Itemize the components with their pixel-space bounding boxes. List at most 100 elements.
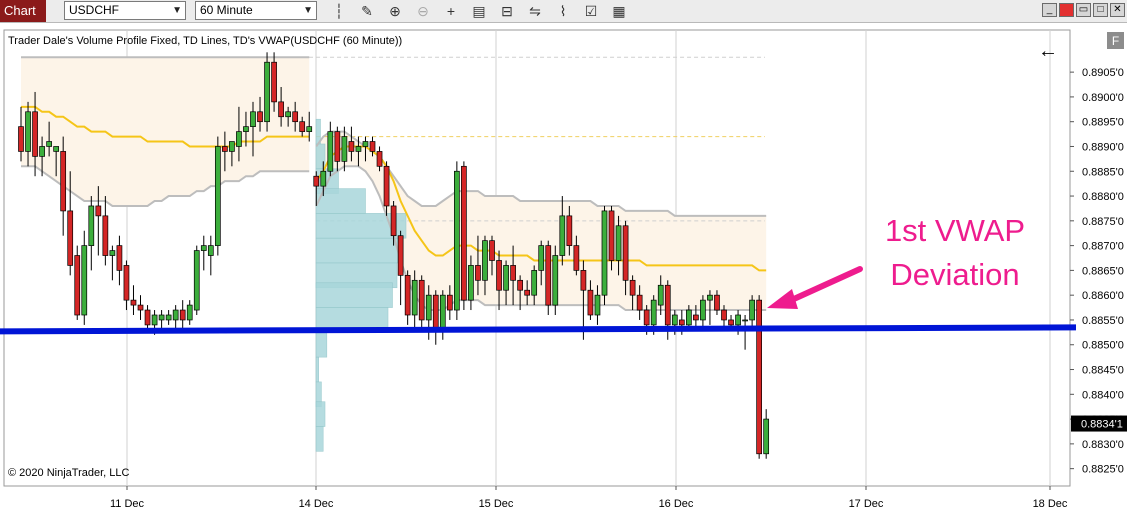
candle-up — [88, 205, 95, 246]
candle-down — [299, 121, 306, 132]
instrument-selector[interactable]: USDCHF ▼ — [64, 1, 186, 20]
close-button[interactable]: ✕ — [1110, 3, 1125, 17]
last-price-label: 0.8834'1 — [1081, 419, 1123, 431]
candle-up — [425, 294, 432, 321]
candle-down — [510, 265, 516, 281]
candle-down — [257, 111, 263, 123]
y-tick-label: 0.8850'0 — [1082, 340, 1124, 352]
back-arrow-icon[interactable]: ← — [1038, 40, 1058, 62]
zoom-in-icon[interactable]: ⊕ — [386, 2, 404, 20]
candle-down — [222, 146, 228, 152]
y-tick-label: 0.8830'0 — [1082, 439, 1124, 451]
instrument-value: USDCHF — [69, 3, 119, 17]
y-tick-label: 0.8865'0 — [1082, 265, 1124, 277]
candle-down — [636, 294, 643, 311]
y-tick-label: 0.8870'0 — [1082, 241, 1124, 253]
candle-up — [250, 111, 256, 128]
candle-down — [714, 294, 720, 311]
candle-down — [334, 131, 341, 162]
candle-down — [432, 294, 439, 331]
candle-down — [664, 284, 671, 326]
candle-down — [566, 215, 573, 246]
candle-up — [362, 141, 369, 147]
crosshair-icon[interactable]: + — [442, 2, 460, 20]
candle-up — [236, 131, 242, 147]
price-chart[interactable]: 11 Dec 14 Dec 15 Dec 16 Dec 17 Dec 18 Dec 0.89… — [0, 23, 1127, 516]
draw-pencil-icon[interactable]: ✎ — [358, 2, 376, 20]
y-tick-label: 0.8875'0 — [1082, 216, 1124, 228]
volume-profile-bar — [315, 237, 402, 264]
candle-down — [756, 299, 763, 455]
candle-up — [158, 314, 165, 321]
candle-down — [475, 265, 481, 281]
candle-down — [137, 304, 144, 311]
timeframe-value: 60 Minute — [200, 3, 253, 17]
y-tick-label: 0.8855'0 — [1082, 315, 1124, 327]
annotation-line-1: 1st VWAP — [885, 213, 1025, 248]
candle-down — [573, 245, 580, 271]
candle-down — [496, 260, 502, 291]
chart-tab[interactable]: Chart — [0, 0, 46, 22]
candle-up — [46, 141, 52, 147]
zoom-out-icon[interactable]: ⊖ — [414, 2, 432, 20]
candle-up — [594, 294, 601, 316]
candle-up — [200, 245, 207, 251]
properties-icon[interactable]: ☑ — [582, 2, 600, 20]
data-box-icon[interactable]: ▤ — [470, 2, 488, 20]
timeframe-selector[interactable]: 60 Minute ▼ — [195, 1, 317, 20]
chevron-down-icon: ▼ — [303, 5, 313, 16]
candle-up — [186, 304, 193, 321]
volume-profile-bar — [315, 332, 328, 358]
candle-up — [650, 299, 657, 326]
candle-down — [404, 274, 411, 316]
candle-up — [214, 146, 221, 246]
candle-down — [376, 151, 383, 167]
x-tick-label: 11 Dec — [110, 498, 145, 510]
candle-down — [693, 314, 699, 321]
y-tick-label: 0.8895'0 — [1082, 117, 1124, 129]
volume-profile-bar — [315, 426, 324, 452]
strategies-icon[interactable]: ⇋ — [526, 2, 544, 20]
candle-down — [369, 141, 376, 152]
candle-up — [742, 319, 748, 322]
bar-style-icon[interactable]: ┆ — [330, 2, 348, 20]
candle-down — [278, 101, 284, 118]
candle-up — [735, 314, 741, 326]
restore-down-button[interactable]: ▭ — [1076, 3, 1091, 17]
candle-down — [32, 111, 38, 157]
maximize-button[interactable]: □ — [1093, 3, 1108, 17]
candle-down — [95, 205, 102, 217]
template-icon[interactable]: ▦ — [610, 2, 628, 20]
minimize-button[interactable]: _ — [1042, 3, 1057, 17]
candle-up — [53, 146, 60, 152]
support-level-line — [0, 324, 1077, 335]
indicators-icon[interactable]: ⊟ — [498, 2, 516, 20]
candle-up — [151, 314, 158, 326]
candle-down — [580, 270, 587, 291]
restore-button[interactable] — [1059, 3, 1074, 17]
candle-up — [39, 146, 45, 157]
y-tick-label: 0.8840'0 — [1082, 389, 1124, 401]
candle-up — [454, 170, 460, 311]
candle-down — [390, 205, 397, 237]
candle-down — [446, 294, 453, 311]
volume-profile-bar — [315, 356, 319, 383]
candle-up — [552, 255, 559, 306]
candle-up — [81, 245, 88, 316]
candle-down — [418, 279, 425, 321]
candle-down — [67, 210, 74, 266]
candle-up — [264, 61, 270, 123]
candle-down — [489, 240, 495, 261]
candle-up — [601, 210, 608, 296]
y-tick-label: 0.8890'0 — [1082, 141, 1124, 153]
candle-up — [109, 250, 116, 256]
candle-down — [123, 265, 130, 301]
candle-up — [482, 240, 488, 281]
candle-down — [728, 319, 734, 326]
candle-up — [411, 279, 418, 316]
candle-down — [74, 255, 81, 316]
candle-up — [320, 170, 327, 187]
candle-down — [721, 309, 727, 321]
candle-down — [622, 225, 629, 281]
line-chart-icon[interactable]: ⌇ — [554, 2, 572, 20]
